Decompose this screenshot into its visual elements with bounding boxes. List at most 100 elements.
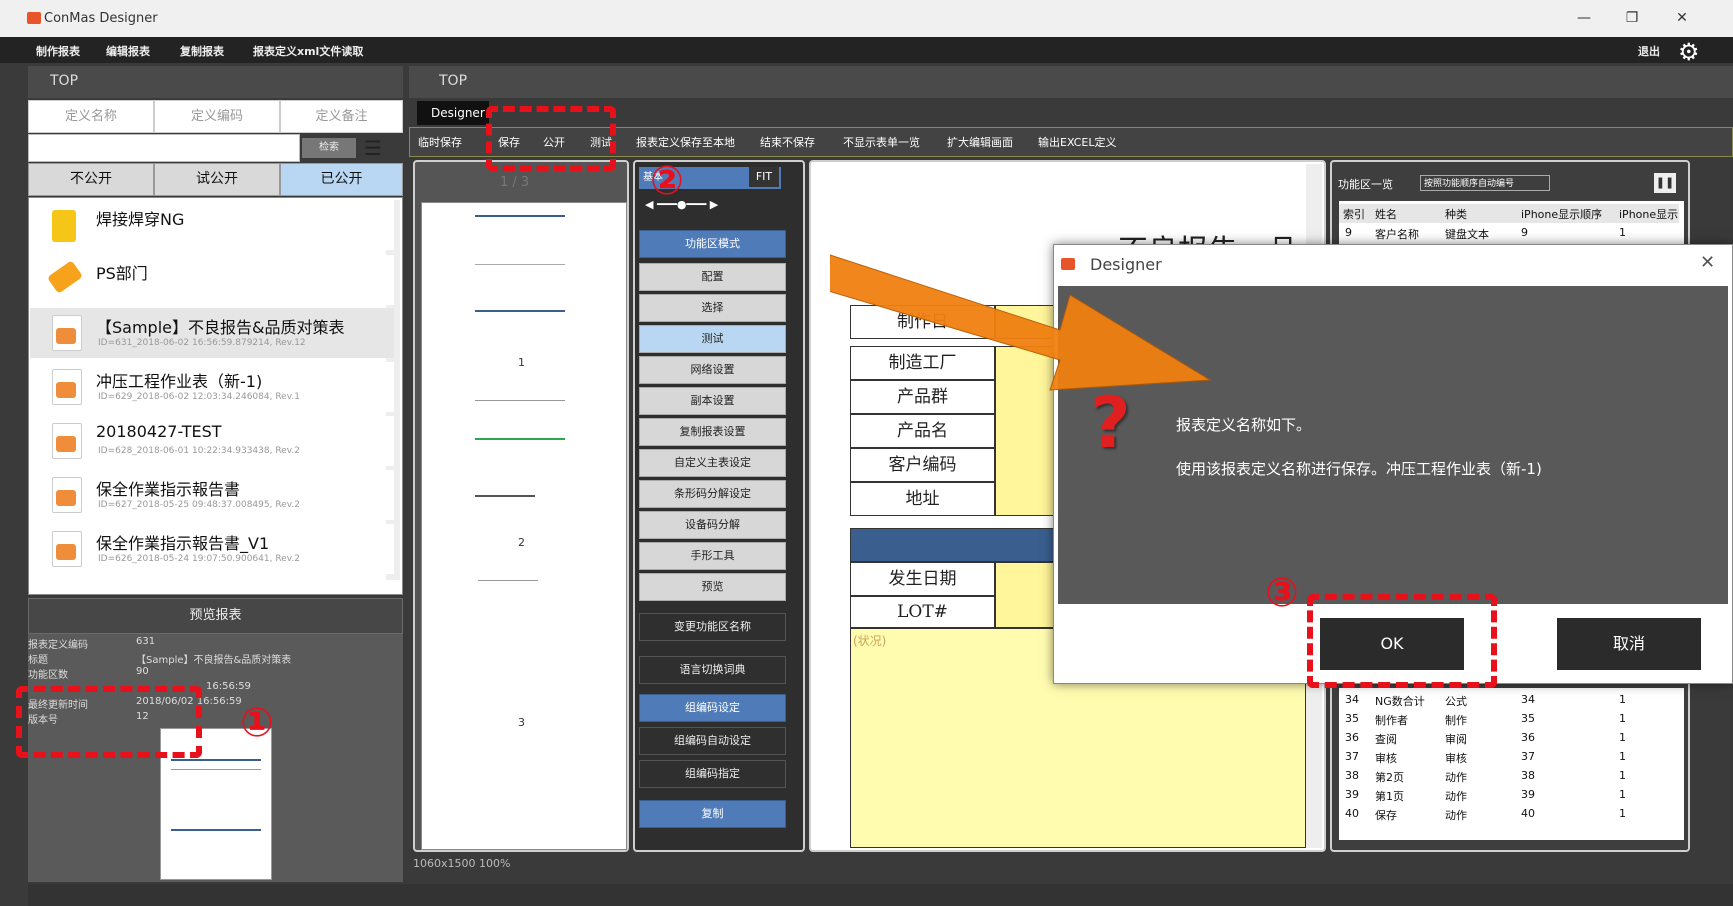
tool-button[interactable]: 配置	[639, 263, 786, 291]
cell: 40	[1345, 807, 1359, 820]
cell: 动作	[1445, 771, 1467, 784]
cell: 1	[1619, 731, 1626, 744]
list-item-meta: ID=626_2018-05-24 19:07:50.900641, Rev.2	[98, 554, 300, 564]
form-input-cell[interactable]	[995, 562, 1055, 628]
fit-button[interactable]: FIT	[749, 167, 779, 187]
menu-create-report[interactable]: 制作报表	[36, 43, 80, 59]
tool-button[interactable]: 组编码设定	[639, 694, 786, 722]
form-label[interactable]: 地址	[850, 482, 995, 516]
menu-copy-report[interactable]: 复制报表	[180, 43, 224, 59]
callout-number-1: ①	[240, 700, 274, 746]
page-thumbnail[interactable]	[475, 495, 535, 515]
th-type: 种类	[1445, 208, 1467, 221]
tool-button[interactable]: 测试	[639, 325, 786, 353]
form-label[interactable]: 客户编码	[850, 448, 995, 482]
tool-button[interactable]: 变更功能区名称	[639, 613, 786, 641]
info-key: 功能区数	[28, 670, 68, 681]
callout-box-1	[16, 686, 202, 758]
tool-button[interactable]: 设备码分解	[639, 511, 786, 539]
cell: 制作者	[1375, 714, 1408, 727]
auto-number-button[interactable]: 按照功能顺序自动编号	[1420, 175, 1550, 191]
tool-button[interactable]: 手形工具	[639, 542, 786, 570]
filter-unpublished[interactable]: 不公开	[28, 163, 154, 196]
table-row[interactable]: 40 保存 动作 40 1	[1339, 805, 1679, 824]
table-row[interactable]: 39 第1页 动作 39 1	[1339, 786, 1679, 805]
list-item[interactable]: 焊接焊穿NG	[30, 200, 394, 250]
tool-button[interactable]: 语言切换词典	[639, 656, 786, 684]
tool-button[interactable]: 组编码指定	[639, 760, 786, 788]
search-input[interactable]	[28, 134, 300, 162]
toolbar-temp-save[interactable]: 临时保存	[418, 134, 462, 150]
form-label[interactable]: 发生日期	[850, 562, 995, 596]
cell: 审核	[1375, 752, 1397, 765]
tool-button[interactable]: 网络设置	[639, 356, 786, 384]
dialog-close-button[interactable]: ✕	[1700, 252, 1715, 273]
menu-edit-report[interactable]: 编辑报表	[106, 43, 150, 59]
search-button[interactable]: 检索	[302, 138, 356, 158]
tool-button[interactable]: 自定义主表设定	[639, 449, 786, 477]
filter-trial[interactable]: 试公开	[154, 163, 280, 196]
table-row[interactable]: 34 NG数合计 公式 34 1	[1339, 691, 1679, 710]
report-file-icon	[52, 369, 82, 405]
mode-button[interactable]: 功能区模式	[639, 230, 786, 258]
toolbar-hide-list[interactable]: 不显示表单一览	[843, 134, 920, 150]
list-item[interactable]: 保全作業指示報告書_V1 ID=626_2018-05-24 19:07:50.…	[30, 524, 394, 574]
list-item[interactable]: PS部门	[30, 255, 394, 305]
cell: 审核	[1445, 752, 1467, 765]
cell: 1	[1619, 788, 1626, 801]
table-row[interactable]: 38 第2页 动作 38 1	[1339, 767, 1679, 786]
page-thumbnail[interactable]	[475, 215, 565, 265]
cell: NG数合计	[1375, 695, 1425, 708]
pause-icon[interactable]: ❚❚	[1654, 173, 1676, 193]
dialog-message-2: 使用该报表定义名称进行保存。冲压工程作业表（新-1)	[1176, 460, 1542, 478]
close-button[interactable]: ✕	[1664, 6, 1700, 30]
tool-button[interactable]: 选择	[639, 294, 786, 322]
page-counter: 1 / 3	[500, 175, 530, 190]
tool-button[interactable]: 复制报表设置	[639, 418, 786, 446]
tab-designer[interactable]: Designer	[417, 101, 489, 125]
info-value: 16:56:59	[206, 681, 251, 692]
tool-button[interactable]: 副本设置	[639, 387, 786, 415]
page-thumbnail[interactable]	[475, 310, 565, 330]
form-label[interactable]: 产品名	[850, 414, 995, 448]
restore-button[interactable]: ❐	[1614, 6, 1650, 30]
cancel-button[interactable]: 取消	[1557, 618, 1701, 670]
filter-published[interactable]: 已公开	[280, 163, 403, 196]
table-row[interactable]: 36 查阅 审阅 36 1	[1339, 729, 1679, 748]
cell: 动作	[1445, 809, 1467, 822]
column-header-code[interactable]: 定义编码	[154, 100, 280, 133]
list-item[interactable]: 20180427-TEST ID=628_2018-06-01 10:22:34…	[30, 416, 394, 466]
page-thumbnail[interactable]	[478, 580, 538, 600]
tool-button[interactable]: 预览	[639, 573, 786, 601]
toolbar-expand[interactable]: 扩大编辑画面	[947, 134, 1013, 150]
tool-button[interactable]: 条形码分解设定	[639, 480, 786, 508]
tool-button[interactable]: 复制	[639, 800, 786, 828]
sort-icon[interactable]: ☰	[364, 136, 388, 160]
toolbar-exit-nosave[interactable]: 结束不保存	[760, 134, 815, 150]
toolbar-save-local[interactable]: 报表定义保存至本地	[636, 134, 735, 150]
minimize-button[interactable]: —	[1566, 6, 1602, 30]
table-row[interactable]: 37 审核 审核 37 1	[1339, 748, 1679, 767]
table-row[interactable]: 35 制作者 制作 35 1	[1339, 710, 1679, 729]
list-item-selected[interactable]: 【Sample】不良报告&品质对策表 ID=631_2018-06-02 16:…	[30, 308, 394, 358]
table-row[interactable]: 9 客户名称 键盘文本 9 1	[1339, 224, 1679, 243]
dialog-message-1: 报表定义名称如下。	[1176, 416, 1312, 434]
tool-button[interactable]: 组编码自动设定	[639, 727, 786, 755]
list-item[interactable]: 保全作業指示報告書 ID=627_2018-05-25 09:48:37.008…	[30, 470, 394, 520]
page-thumbnail[interactable]	[475, 400, 565, 440]
column-header-name[interactable]: 定义名称	[28, 100, 154, 133]
right-top-header: TOP	[409, 66, 1733, 98]
gear-icon[interactable]: ⚙	[1678, 38, 1700, 66]
column-header-note[interactable]: 定义备注	[280, 100, 403, 133]
cell: 第2页	[1375, 771, 1404, 784]
menu-read-xml[interactable]: 报表定义xml文件读取	[253, 43, 363, 59]
list-item[interactable]: 冲压工程作业表（新-1) ID=629_2018-06-02 12:03:34.…	[30, 362, 394, 412]
logout-button[interactable]: 退出	[1638, 43, 1660, 59]
window-title-bar: ConMas Designer — ❐ ✕	[0, 0, 1733, 37]
toolbar-export-excel[interactable]: 输出EXCEL定义	[1038, 134, 1116, 150]
info-key: 标题	[28, 655, 48, 666]
left-top-label: TOP	[50, 73, 79, 89]
form-label[interactable]: LOT#	[850, 596, 995, 628]
list-item-meta: ID=628_2018-06-01 10:22:34.933438, Rev.2	[98, 446, 300, 456]
info-value: 631	[136, 636, 156, 647]
